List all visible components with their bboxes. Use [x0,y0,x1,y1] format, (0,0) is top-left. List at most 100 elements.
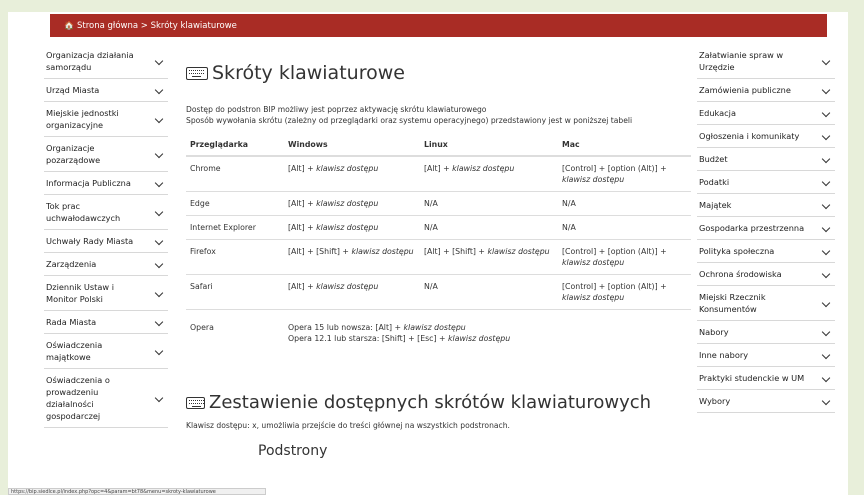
cell-mac-access-key: klawisz dostępu [562,293,625,302]
cell-windows: [Alt] + klawisz dostępu [284,215,420,240]
cell-windows: [Alt] + klawisz dostępu [284,274,420,310]
chevron-down-icon[interactable] [821,246,831,256]
cell-windows: [Alt] + klawisz dostępu [284,191,420,216]
cell-mac-keys: [Control] + [option (Alt)] + [562,164,667,173]
right-nav-item[interactable]: Miejski Rzecznik Konsumentów [697,286,835,321]
header-browser: Przeglądarka [186,134,284,157]
right-nav-item[interactable]: Gospodarka przestrzenna [697,217,835,240]
chevron-down-icon[interactable] [821,85,831,95]
right-nav-item-label: Polityka społeczna [699,246,775,256]
breadcrumb-current: Skróty klawiaturowe [150,21,237,31]
left-nav-item-label: Oświadczenia o prowadzeniu działalności … [46,375,110,421]
chevron-down-icon[interactable] [154,178,164,188]
cell-linux-keys: [Alt] + [424,164,453,173]
chevron-down-icon[interactable] [821,269,831,279]
opera-line-2-key: klawisz dostępu [448,334,511,343]
left-nav-item[interactable]: Miejskie jednostki organizacyjne [44,102,168,137]
opera-line-2: Opera 12.1 lub starsza: [Shift] + [Esc] … [288,333,687,344]
chevron-down-icon[interactable] [154,346,164,356]
right-nav-item[interactable]: Załatwianie spraw w Urzędzie [697,44,835,79]
right-nav-item[interactable]: Majątek [697,194,835,217]
table-header-row: Przeglądarka Windows Linux Mac [186,134,691,157]
chevron-down-icon[interactable] [821,350,831,360]
shortcuts-list-heading: Zestawienie dostępnych skrótów klawiatur… [186,392,692,413]
chevron-down-icon[interactable] [154,317,164,327]
cell-linux-access-key: klawisz dostępu [452,164,515,173]
left-nav-item[interactable]: Informacja Publiczna [44,172,168,195]
cell-windows-keys: [Alt] + [288,282,317,291]
cell-mac-access-key: klawisz dostępu [562,258,625,267]
opera-line-1-key: klawisz dostępu [403,323,466,332]
keyboard-icon [186,66,208,80]
chevron-down-icon[interactable] [821,298,831,308]
left-nav-item[interactable]: Rada Miasta [44,311,168,334]
right-nav-item[interactable]: Nabory [697,321,835,344]
home-icon[interactable]: 🏠 [64,14,74,37]
chevron-down-icon[interactable] [154,288,164,298]
chevron-down-icon[interactable] [154,56,164,66]
cell-mac-access-key: klawisz dostępu [562,175,625,184]
cell-linux-keys: N/A [424,282,438,291]
right-nav-item[interactable]: Ochrona środowiska [697,263,835,286]
cell-linux: [Alt] + klawisz dostępu [420,156,558,192]
table-row: Safari [Alt] + klawisz dostępu N/A [Control… [186,274,691,310]
cell-browser: Opera [190,323,214,332]
cell-linux-keys: N/A [424,199,438,208]
cell-windows-keys: [Alt] + [288,164,317,173]
cell-windows-keys: [Alt] + [288,223,317,232]
chevron-down-icon[interactable] [154,259,164,269]
right-nav-item[interactable]: Edukacja [697,102,835,125]
chevron-down-icon[interactable] [821,373,831,383]
chevron-down-icon[interactable] [154,207,164,217]
chevron-down-icon[interactable] [154,114,164,124]
chevron-down-icon[interactable] [821,327,831,337]
left-nav-item[interactable]: Oświadczenia majątkowe [44,334,168,369]
chevron-down-icon[interactable] [154,236,164,246]
left-nav-item[interactable]: Organizacje pozarządowe [44,137,168,172]
left-nav-item-label: Dziennik Ustaw i Monitor Polski [46,282,114,304]
chevron-down-icon[interactable] [154,149,164,159]
breadcrumb-home[interactable]: Strona główna [77,21,138,31]
cell-linux: N/A [420,215,558,240]
left-nav-item-label: Rada Miasta [46,317,97,327]
chevron-down-icon[interactable] [821,108,831,118]
header-linux: Linux [420,134,558,157]
cell-browser: Internet Explorer [186,215,284,240]
right-nav-item[interactable]: Budżet [697,148,835,171]
page-title: Skróty klawiaturowe [186,62,692,84]
right-nav-item-label: Inne nabory [699,350,749,360]
chevron-down-icon[interactable] [821,131,831,141]
left-sidebar-nav: Organizacja działania samorządu Urząd Mia… [44,44,168,428]
right-nav-item[interactable]: Polityka społeczna [697,240,835,263]
cell-mac: [Control] + [option (Alt)] + klawisz dos… [558,239,691,275]
left-nav-item[interactable]: Zarządzenia [44,253,168,276]
right-nav-item[interactable]: Wybory [697,390,835,413]
access-key-text: Klawisz dostępu: x, umożliwia przejście … [186,421,510,430]
chevron-down-icon[interactable] [821,154,831,164]
left-nav-item[interactable]: Uchwały Rady Miasta [44,230,168,253]
cell-windows: [Alt] + [Shift] + klawisz dostępu [284,239,420,275]
chevron-down-icon[interactable] [821,56,831,66]
left-nav-item[interactable]: Dziennik Ustaw i Monitor Polski [44,276,168,311]
chevron-down-icon[interactable] [154,393,164,403]
left-nav-item[interactable]: Organizacja działania samorządu [44,44,168,79]
cell-mac-keys: [Control] + [option (Alt)] + [562,247,667,256]
chevron-down-icon[interactable] [821,200,831,210]
right-nav-item[interactable]: Ogłoszenia i komunikaty [697,125,835,148]
cell-windows-keys: [Alt] + [288,199,317,208]
right-nav-item[interactable]: Zamówienia publiczne [697,79,835,102]
left-nav-item[interactable]: Tok prac uchwałodawczych [44,195,168,230]
chevron-down-icon[interactable] [821,396,831,406]
table-row: Chrome [Alt] + klawisz dostępu [Alt] + kla… [186,156,691,192]
right-nav-item-label: Zamówienia publiczne [699,85,791,95]
right-nav-item[interactable]: Podatki [697,171,835,194]
left-nav-item[interactable]: Oświadczenia o prowadzeniu działalności … [44,369,168,428]
left-nav-item[interactable]: Urząd Miasta [44,79,168,102]
opera-line-1: Opera 15 lub nowsza: [Alt] + klawisz dos… [288,322,687,333]
chevron-down-icon[interactable] [154,85,164,95]
right-nav-item[interactable]: Inne nabory [697,344,835,367]
chevron-down-icon[interactable] [821,223,831,233]
right-nav-item[interactable]: Praktyki studenckie w UM [697,367,835,390]
chevron-down-icon[interactable] [821,177,831,187]
cell-windows-access-key: klawisz dostępu [351,247,414,256]
